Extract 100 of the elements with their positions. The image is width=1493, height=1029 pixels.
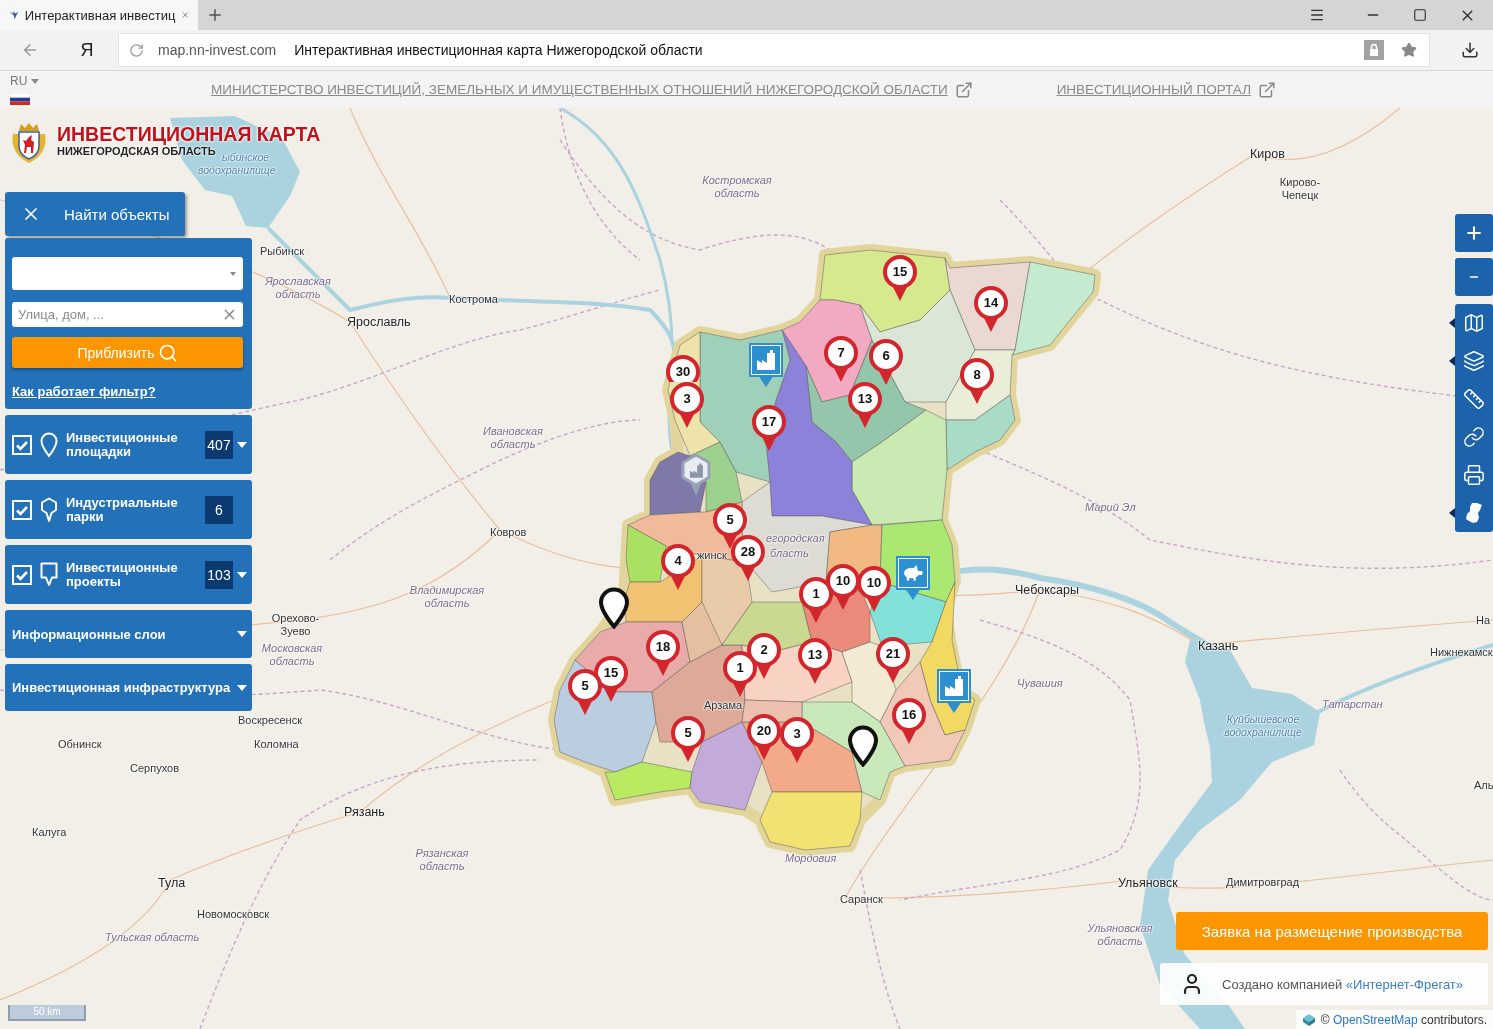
region-label: Владимирская область: [408, 584, 486, 610]
region-label: Мордовия: [785, 852, 837, 865]
place-label: Воскресенск: [238, 714, 302, 727]
place-label: Серпухов: [130, 762, 179, 775]
place-label: жинск: [697, 549, 727, 562]
map-pin-marker[interactable]: [598, 587, 630, 629]
menu-icon[interactable]: [1309, 7, 1325, 23]
region-label: Чувашия: [1017, 677, 1063, 690]
map-icon[interactable]: [1463, 312, 1485, 334]
caret-icon: [237, 684, 247, 691]
place-label: Саранск: [840, 893, 883, 906]
farm-marker[interactable]: [897, 557, 929, 600]
checkbox[interactable]: [12, 564, 32, 585]
caret-icon[interactable]: [237, 571, 247, 578]
region-label: Московская область: [260, 642, 324, 668]
region-label: бласть: [770, 547, 809, 560]
region-label: Тульская область: [105, 931, 200, 944]
place-label: Обнинск: [58, 738, 102, 751]
factory-icon: [756, 350, 776, 370]
page-title: Интерактивная инвестиционная карта Нижегородской области: [294, 42, 703, 58]
logo-title: ИНВЕСТИЦИОННАЯ КАРТА: [57, 123, 321, 145]
count-badge: 6: [205, 495, 233, 524]
place-label: Казань: [1198, 639, 1239, 654]
place-label: Ковров: [490, 526, 527, 539]
link-icon[interactable]: [1463, 426, 1485, 448]
count-badge: 103: [205, 560, 233, 589]
factory-marker[interactable]: [750, 344, 782, 387]
hexagon-marker[interactable]: [679, 453, 713, 497]
region-label: Татарстан: [1322, 698, 1383, 711]
select-field[interactable]: [12, 257, 243, 290]
factory-icon: [944, 676, 964, 696]
place-label: Арзама: [704, 699, 743, 712]
language-select[interactable]: RU: [10, 74, 40, 88]
place-label: Ярославль: [347, 315, 411, 330]
place-label: Киров: [1250, 147, 1285, 162]
flag-icon[interactable]: [10, 94, 30, 105]
place-label: Кострома: [449, 293, 498, 306]
new-tab-icon[interactable]: [206, 6, 224, 24]
region-label: Костромская область: [701, 174, 773, 200]
osm-link[interactable]: OpenStreetMap: [1332, 1012, 1418, 1027]
place-label: Коломна: [254, 738, 299, 751]
water-label: ыбинское: [222, 151, 270, 164]
place-label: Ульяновск: [1118, 876, 1178, 891]
place-label: Аль: [1474, 779, 1493, 792]
place-label: Калуга: [32, 826, 67, 839]
search-icon: [157, 342, 178, 363]
flyout-arrow-icon[interactable]: [1449, 318, 1455, 328]
water-label: Куйбышевское водохранилище: [1223, 713, 1303, 738]
credit-text: Создано компанией «Интернет-Фрегат»: [1222, 976, 1464, 992]
external-link-icon[interactable]: [1258, 80, 1277, 99]
logo-subtitle: НИЖЕГОРОДСКАЯ ОБЛАСТЬ: [57, 145, 216, 158]
layer-group-button[interactable]: Информационные слои: [5, 610, 252, 658]
place-label: Орехово-Зуево: [270, 612, 321, 638]
star-icon[interactable]: [1401, 42, 1417, 58]
factory-marker[interactable]: [938, 670, 970, 713]
ruler-icon[interactable]: [1463, 388, 1485, 410]
flyout-arrow-icon[interactable]: [1449, 508, 1455, 518]
layer-label: Инвестиционные проекты: [66, 560, 179, 589]
place-label: Нижнекамск: [1430, 646, 1493, 659]
home-button[interactable]: Я: [72, 35, 102, 65]
download-icon[interactable]: [1461, 41, 1479, 59]
hexagon-pin-icon: [40, 496, 58, 523]
square-pin-icon: [40, 561, 58, 588]
url-domain: map.nn-invest.com: [158, 42, 277, 58]
region-label: Рязанская область: [414, 847, 470, 873]
address-input[interactable]: Улица, дом, ...: [12, 302, 243, 327]
caret-icon: [237, 631, 247, 637]
checkbox[interactable]: [12, 434, 32, 455]
plus-icon: [1464, 223, 1484, 243]
place-label: Рязань: [344, 805, 385, 820]
scale-bar: 50 km: [8, 1005, 86, 1021]
reload-icon[interactable]: [129, 42, 144, 58]
company-link[interactable]: «Интернет-Фрегат»: [1345, 976, 1464, 992]
browser-tab[interactable]: Интерактивная инвестиц: [0, 0, 198, 30]
caret-icon[interactable]: [237, 441, 247, 448]
layer-label: Инвестиционные площадки: [66, 430, 179, 459]
attribution-text: © OpenStreetMap contributors.: [1320, 1012, 1487, 1027]
coat-of-arms-icon: [10, 122, 48, 164]
layer-label: Индустриальные парки: [66, 495, 179, 524]
map-pin-marker[interactable]: [847, 725, 879, 767]
flyout-arrow-icon[interactable]: [1449, 356, 1455, 366]
layer-group-button[interactable]: Инвестиционная инфраструктура: [5, 664, 252, 711]
address-bar-field[interactable]: map.nn-invest.com Интерактивная инвестиционная карта Нижегородской области: [118, 33, 1430, 67]
region-shape-icon[interactable]: [1466, 502, 1482, 524]
count-badge: 407: [205, 430, 233, 459]
external-link-icon[interactable]: [954, 80, 973, 99]
tab-title: Интерактивная инвестиц: [24, 7, 176, 23]
layers-icon[interactable]: [1463, 350, 1485, 372]
help-link[interactable]: Как работает фильтр?: [12, 384, 156, 399]
factory-icon: [689, 463, 703, 478]
print-icon[interactable]: [1463, 464, 1485, 486]
zoom-in-button[interactable]: [1455, 214, 1493, 252]
maximize-icon[interactable]: [1413, 8, 1427, 22]
checkbox[interactable]: [12, 499, 32, 520]
place-label: Чебоксары: [1015, 583, 1079, 598]
place-label: Рыбинск: [260, 245, 305, 258]
region-label: Ивановская область: [482, 425, 544, 451]
map-pin-icon: [40, 431, 58, 458]
caret-icon: [230, 271, 236, 276]
find-objects-button[interactable]: Найти объекты: [5, 192, 185, 236]
